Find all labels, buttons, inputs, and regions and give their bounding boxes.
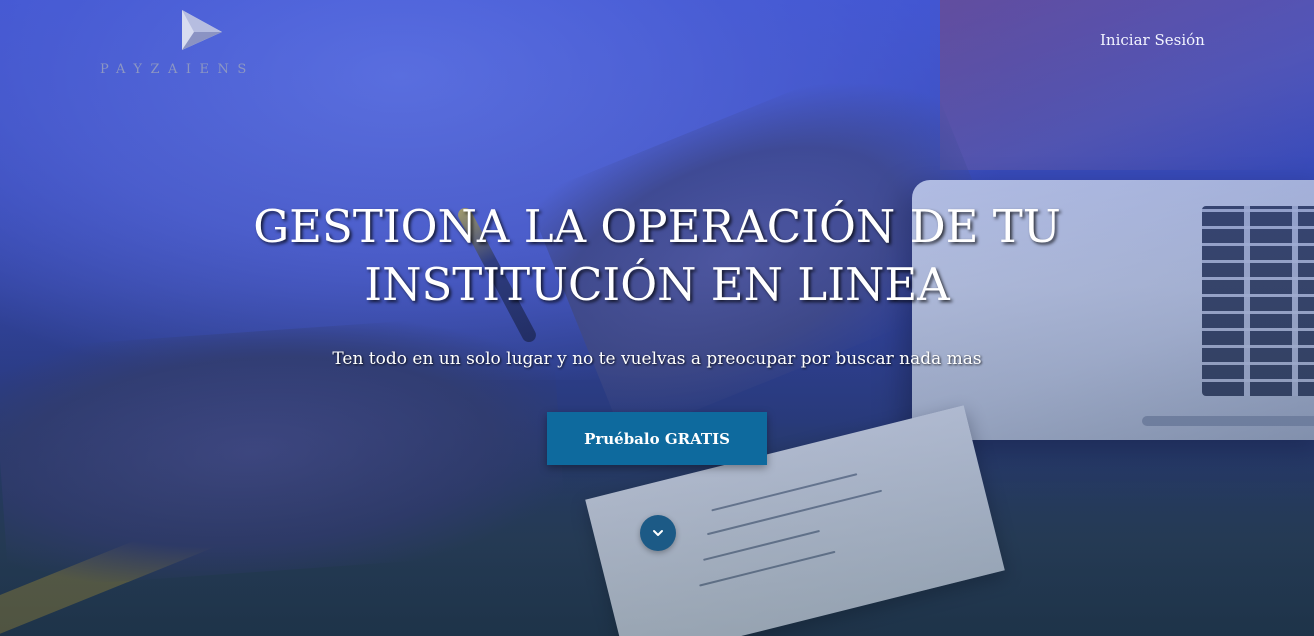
brand-logo[interactable]: PAYZAIENS xyxy=(100,10,310,77)
hero-title-line-2: INSTITUCIÓN EN LINEA xyxy=(364,258,950,311)
paper-plane-triangle-icon xyxy=(180,10,224,50)
hero-title-line-1: GESTIONA LA OPERACIÓN DE TU xyxy=(253,200,1061,253)
hero-subtitle: Ten todo en un solo lugar y no te vuelva… xyxy=(332,349,982,369)
scroll-down-button[interactable] xyxy=(640,515,676,551)
chevron-down-icon xyxy=(640,526,676,540)
hero-section: PAYZAIENS Iniciar Sesión GESTIONA LA OPE… xyxy=(0,0,1314,636)
brand-name: PAYZAIENS xyxy=(100,62,255,77)
login-link[interactable]: Iniciar Sesión xyxy=(1100,31,1205,49)
hero-title: GESTIONA LA OPERACIÓN DE TU INSTITUCIÓN … xyxy=(157,198,1157,314)
try-free-button[interactable]: Pruébalo GRATIS xyxy=(547,412,767,465)
